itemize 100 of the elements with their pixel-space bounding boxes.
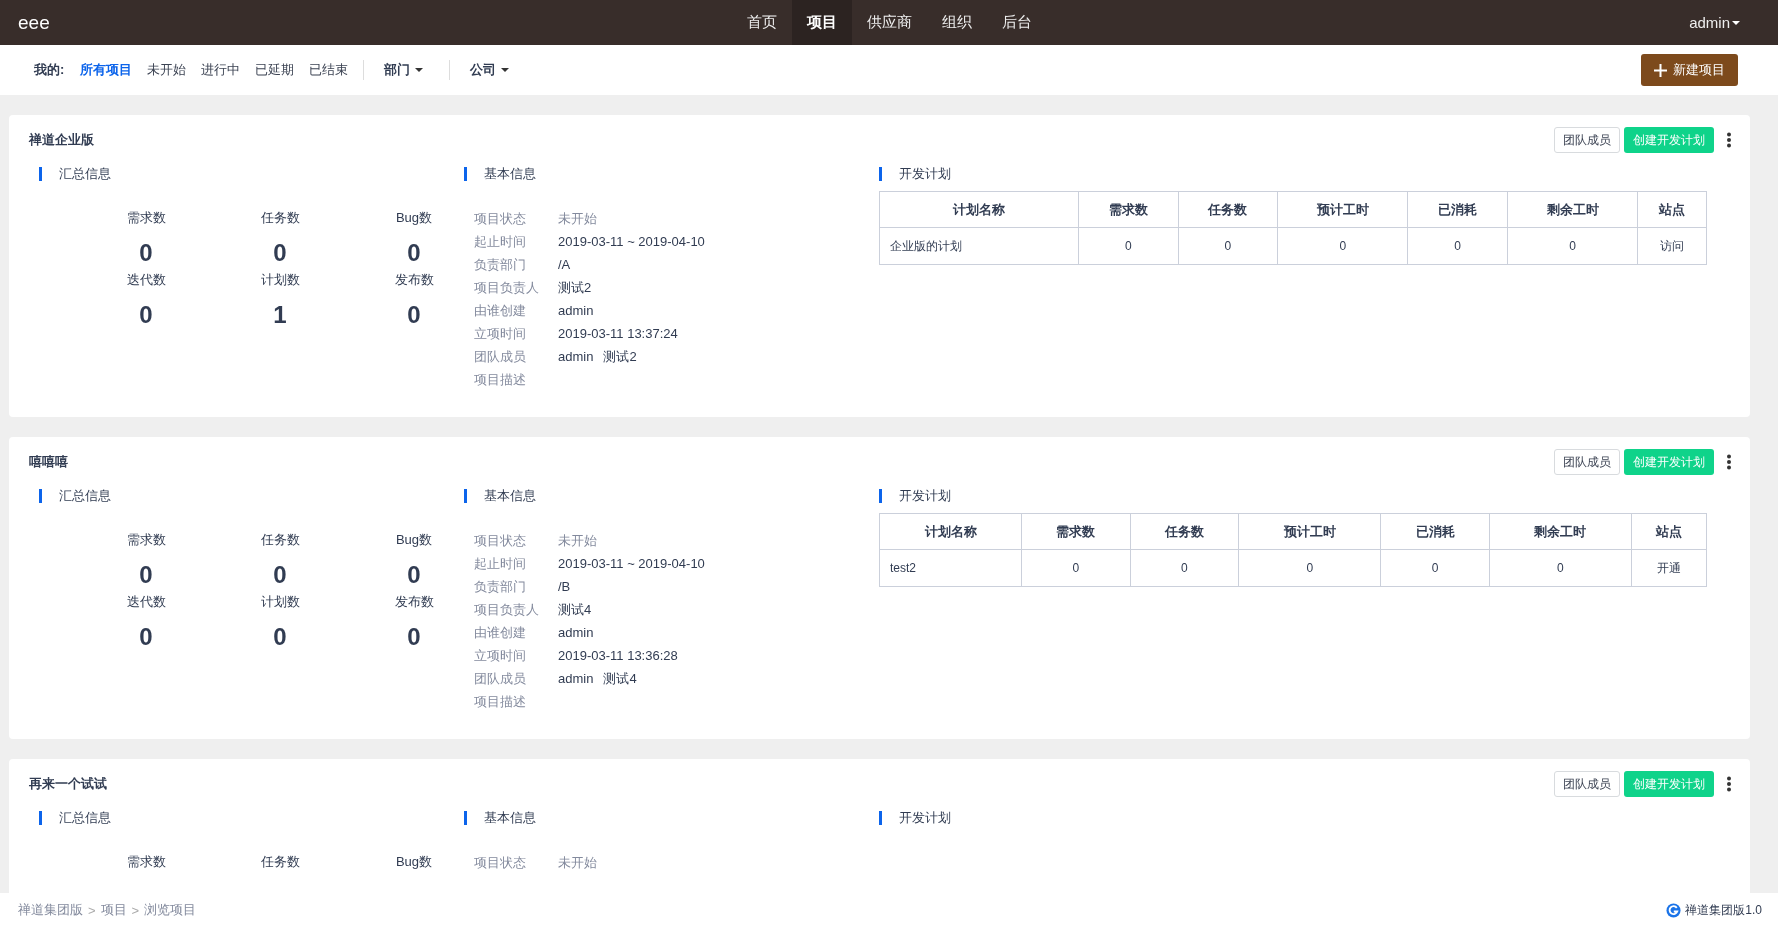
- section-title: 汇总信息: [39, 167, 454, 181]
- nav-tab[interactable]: 组织: [926, 0, 987, 45]
- breadcrumb-link[interactable]: 浏览项目: [144, 901, 197, 919]
- info-label: 负责部门: [474, 577, 527, 596]
- filter-link[interactable]: 所有项目: [80, 61, 133, 79]
- column-header: 计划名称: [879, 191, 1079, 228]
- brand-logo[interactable]: eee: [18, 11, 50, 33]
- info-label: 立项时间: [474, 324, 527, 343]
- info-label: 项目负责人: [474, 278, 540, 297]
- column-header: 需求数: [1021, 513, 1131, 550]
- new-project-button[interactable]: 新建项目: [1641, 54, 1738, 86]
- section-title: 汇总信息: [39, 489, 454, 503]
- table-cell: 开通: [1631, 549, 1707, 587]
- info-label: 项目描述: [474, 692, 527, 711]
- info-label: 项目状态: [474, 853, 527, 872]
- filter-link[interactable]: 未开始: [147, 61, 187, 79]
- project-title[interactable]: 再来一个试试: [29, 775, 107, 793]
- stat-label: 发布数: [394, 271, 434, 289]
- team-members-button[interactable]: 团队成员: [1554, 127, 1620, 153]
- stat-label: 需求数: [126, 531, 166, 549]
- more-icon[interactable]: [1726, 132, 1732, 148]
- stat-value: 1: [273, 303, 287, 327]
- info-value: 2019-03-11 ~ 2019-04-10: [558, 234, 705, 249]
- column-header: 预计工时: [1277, 191, 1408, 228]
- column-header: 站点: [1637, 191, 1707, 228]
- filter-dropdown[interactable]: 部门: [384, 61, 424, 79]
- filter-link[interactable]: 已延期: [255, 61, 295, 79]
- column-header: 站点: [1631, 513, 1707, 550]
- info-value: admin: [558, 303, 594, 318]
- section-title: 汇总信息: [39, 811, 454, 825]
- section-title: 开发计划: [879, 167, 1732, 181]
- nav-tab[interactable]: 首页: [731, 0, 792, 45]
- info-value: 2019-03-11 13:37:24: [558, 326, 678, 341]
- stat-label: 任务数: [260, 853, 300, 871]
- column-header: 任务数: [1130, 513, 1239, 550]
- info-label: 项目描述: [474, 370, 527, 389]
- table-cell: 企业版的计划: [879, 227, 1079, 265]
- breadcrumb-separator: >: [88, 902, 96, 918]
- stat-value: 0: [273, 563, 287, 587]
- section-title: 开发计划: [879, 489, 1732, 503]
- column-header: 预计工时: [1238, 513, 1381, 550]
- info-value: 测试4: [558, 600, 592, 619]
- info-value: 2019-03-11 13:36:28: [558, 648, 678, 663]
- team-members-button[interactable]: 团队成员: [1554, 771, 1620, 797]
- breadcrumb-link[interactable]: 禅道集团版: [18, 901, 83, 919]
- stat-label: 发布数: [394, 593, 434, 611]
- project-title[interactable]: 禅道企业版: [29, 131, 94, 149]
- column-header: 已消耗: [1407, 191, 1508, 228]
- nav-tab[interactable]: 项目: [791, 0, 852, 45]
- stat-label: 计划数: [260, 593, 300, 611]
- caret-icon: [501, 68, 510, 72]
- column-header: 已消耗: [1380, 513, 1490, 550]
- plus-icon: [1654, 63, 1667, 77]
- project-title[interactable]: 嘻嘻嘻: [29, 453, 68, 471]
- column-header: 计划名称: [879, 513, 1022, 550]
- info-label: 起止时间: [474, 232, 527, 251]
- table-cell: test2: [879, 549, 1022, 587]
- stat-value: 0: [273, 241, 287, 265]
- info-label: 负责部门: [474, 255, 527, 274]
- info-value: 测试2: [603, 347, 637, 366]
- info-label: 由谁创建: [474, 623, 527, 642]
- info-label: 起止时间: [474, 554, 527, 573]
- table-cell: 0: [1489, 549, 1632, 587]
- stat-label: Bug数: [395, 209, 433, 227]
- nav-tab[interactable]: 后台: [986, 0, 1047, 45]
- stat-label: 计划数: [260, 271, 300, 289]
- table-cell: 0: [1130, 549, 1239, 587]
- caret-icon: [1732, 20, 1740, 25]
- version-label: 禅道集团版1.0: [1685, 901, 1762, 919]
- info-value: admin: [558, 349, 594, 364]
- nav-tab[interactable]: 供应商: [851, 0, 927, 45]
- caret-icon: [415, 68, 424, 72]
- filter-link[interactable]: 进行中: [201, 61, 241, 79]
- more-icon[interactable]: [1726, 454, 1732, 470]
- info-label: 项目状态: [474, 531, 527, 550]
- stat-label: Bug数: [395, 531, 433, 549]
- team-members-button[interactable]: 团队成员: [1554, 449, 1620, 475]
- more-icon[interactable]: [1726, 776, 1732, 792]
- section-title: 开发计划: [879, 811, 1732, 825]
- section-title: 基本信息: [464, 167, 879, 181]
- table-cell: 0: [1277, 227, 1408, 265]
- table-cell: 0: [1238, 549, 1381, 587]
- info-label: 团队成员: [474, 669, 527, 688]
- info-value: 未开始: [558, 531, 597, 550]
- stat-label: 任务数: [260, 209, 300, 227]
- info-value: admin: [558, 625, 594, 640]
- logo-icon: [1666, 902, 1682, 918]
- breadcrumb-separator: >: [131, 902, 140, 918]
- info-label: 立项时间: [474, 646, 527, 665]
- user-menu[interactable]: admin: [1689, 14, 1740, 31]
- breadcrumb-link[interactable]: 项目: [100, 901, 127, 919]
- filter-dropdown[interactable]: 公司: [470, 61, 510, 79]
- stat-value: 0: [407, 241, 421, 265]
- filter-link[interactable]: 已结束: [309, 61, 349, 79]
- info-value: admin: [558, 671, 594, 686]
- table-cell: 访问: [1637, 227, 1707, 265]
- stat-value: 0: [139, 563, 153, 587]
- column-header: 剩余工时: [1507, 191, 1638, 228]
- stat-label: 迭代数: [126, 271, 166, 289]
- stat-value: 0: [407, 303, 421, 327]
